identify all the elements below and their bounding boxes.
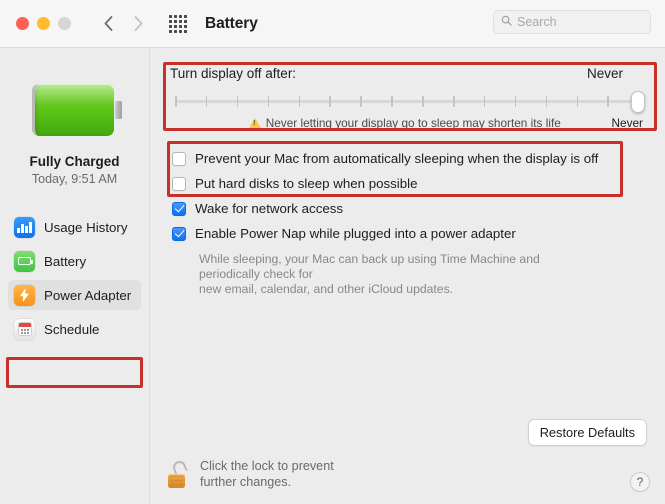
titlebar: Battery Search xyxy=(0,0,665,48)
lock-hint-text: Click the lock to prevent further change… xyxy=(200,459,334,490)
sidebar-item-label: Power Adapter xyxy=(44,287,132,303)
checkbox-group: Prevent your Mac from automatically slee… xyxy=(168,146,647,297)
checkbox-prevent-sleep[interactable] xyxy=(172,151,186,166)
restore-defaults-button[interactable]: Restore Defaults xyxy=(527,419,647,446)
checkbox-row-prevent-sleep[interactable]: Prevent your Mac from automatically slee… xyxy=(172,146,647,171)
checkbox-label: Prevent your Mac from automatically slee… xyxy=(195,151,599,166)
zoom-button xyxy=(58,17,71,30)
slider-label: Turn display off after: xyxy=(170,66,297,81)
close-button[interactable] xyxy=(16,17,29,30)
checkbox-power-nap[interactable] xyxy=(172,226,186,241)
checkbox-label: Wake for network access xyxy=(195,201,344,216)
help-button[interactable]: ? xyxy=(630,472,650,492)
slider-track-end-label: Never xyxy=(611,116,643,130)
sidebar-list: Usage History Battery Power Adapter Sche… xyxy=(0,212,149,344)
lock-hint-line2: further changes. xyxy=(200,474,292,489)
sidebar-item-battery[interactable]: Battery xyxy=(8,246,141,276)
unlocked-padlock-icon[interactable] xyxy=(168,458,190,489)
checkbox-row-hard-disk-sleep[interactable]: Put hard disks to sleep when possible xyxy=(172,171,647,196)
checkbox-label: Put hard disks to sleep when possible xyxy=(195,176,418,191)
sidebar-item-power-adapter[interactable]: Power Adapter xyxy=(8,280,141,310)
battery-status-text: Fully Charged xyxy=(29,154,120,169)
sidebar-item-label: Usage History xyxy=(44,219,128,235)
battery-preferences-window: Battery Search Fully Charged Today, 9:51… xyxy=(0,0,665,504)
display-sleep-slider-block: Turn display off after: Never Never lett… xyxy=(168,62,647,132)
power-nap-description: While sleeping, your Mac can back up usi… xyxy=(199,252,599,297)
apps-grid-icon[interactable] xyxy=(169,14,187,33)
forward-chevron-icon[interactable] xyxy=(127,13,149,35)
checkbox-row-power-nap[interactable]: Enable Power Nap while plugged into a po… xyxy=(172,221,647,246)
sidebar-item-label: Battery xyxy=(44,253,87,269)
power-adapter-icon xyxy=(14,284,35,306)
display-sleep-slider[interactable] xyxy=(170,91,645,113)
page-title: Battery xyxy=(205,14,258,32)
schedule-icon xyxy=(14,318,35,340)
sidebar-item-label: Schedule xyxy=(44,321,100,337)
search-input[interactable]: Search xyxy=(493,10,651,34)
window-controls xyxy=(16,17,71,30)
slider-warning-text: Never letting your display go to sleep m… xyxy=(265,116,561,130)
navigation-buttons xyxy=(97,13,149,35)
battery-illustration xyxy=(0,84,149,136)
slider-knob[interactable] xyxy=(631,91,645,113)
checkbox-wake-network[interactable] xyxy=(172,201,186,216)
slider-warning: Never letting your display go to sleep m… xyxy=(221,116,561,130)
checkbox-row-wake-network[interactable]: Wake for network access xyxy=(172,196,647,221)
sidebar-item-schedule[interactable]: Schedule xyxy=(8,314,141,344)
lock-hint-line1: Click the lock to prevent xyxy=(200,459,334,473)
power-nap-description-line2: new email, calendar, and other iCloud up… xyxy=(199,282,454,296)
checkbox-hard-disk-sleep[interactable] xyxy=(172,176,186,191)
usage-history-icon xyxy=(14,216,35,238)
search-placeholder: Search xyxy=(517,15,557,29)
window-body: Fully Charged Today, 9:51 AM Usage Histo… xyxy=(0,48,665,504)
power-nap-description-line1: While sleeping, your Mac can back up usi… xyxy=(199,252,540,281)
slider-value: Never xyxy=(586,66,623,81)
lock-row: Click the lock to prevent further change… xyxy=(168,458,334,490)
sidebar: Fully Charged Today, 9:51 AM Usage Histo… xyxy=(0,48,150,504)
back-chevron-icon[interactable] xyxy=(97,13,119,35)
battery-icon xyxy=(14,250,35,272)
green-battery-full-icon xyxy=(31,84,122,136)
slider-header: Turn display off after: Never xyxy=(170,66,645,81)
warning-triangle-icon xyxy=(248,118,261,128)
checkbox-label: Enable Power Nap while plugged into a po… xyxy=(195,226,516,241)
slider-ticks xyxy=(175,96,640,107)
battery-timestamp: Today, 9:51 AM xyxy=(31,172,118,186)
main-panel: Turn display off after: Never Never lett… xyxy=(150,48,665,504)
slider-footer: Never letting your display go to sleep m… xyxy=(170,116,645,130)
sidebar-item-usage-history[interactable]: Usage History xyxy=(8,212,141,242)
minimize-button[interactable] xyxy=(37,17,50,30)
search-icon xyxy=(501,13,512,31)
